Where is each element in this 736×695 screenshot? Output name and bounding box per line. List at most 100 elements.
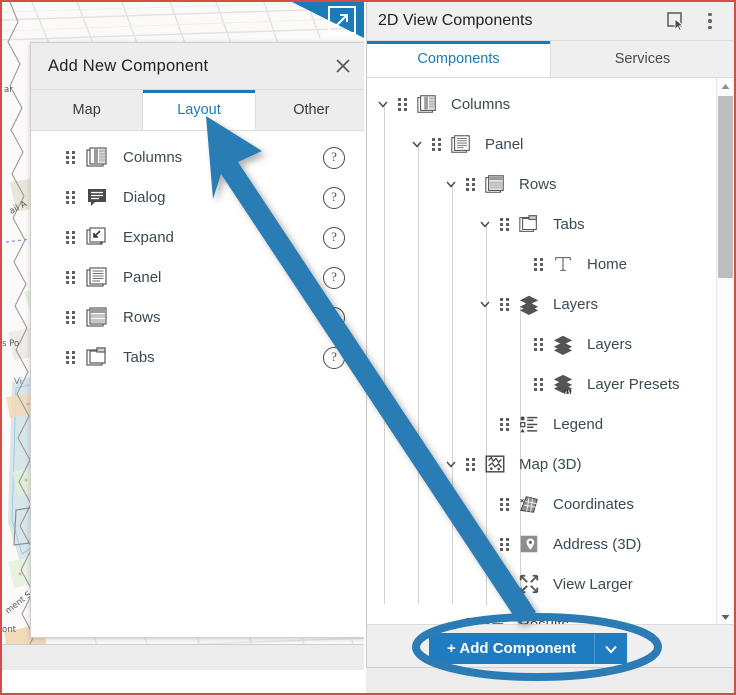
address-pin-icon (517, 532, 541, 556)
drag-handle-icon[interactable] (499, 297, 509, 311)
drag-handle-icon[interactable] (65, 350, 75, 364)
tree-item-address-3d[interactable]: Address (3D) (367, 524, 734, 564)
drag-handle-icon[interactable] (499, 577, 509, 591)
list-item-label: Dialog (123, 188, 166, 206)
dialog-title-bar: Add New Component (31, 43, 364, 90)
chevron-down-icon[interactable] (443, 176, 459, 192)
panel-status-strip (366, 667, 734, 693)
components-panel: 2D View Components Components Services C… (366, 2, 734, 670)
select-pointer-icon[interactable] (664, 9, 688, 33)
list-item-label: Tabs (123, 348, 155, 366)
tree-rows: Columns Panel Rows Tabs Home Layers Laye… (367, 78, 734, 626)
drag-handle-icon[interactable] (65, 310, 75, 324)
list-item-expand[interactable]: Expand ? (31, 217, 364, 257)
list-item-dialog[interactable]: Dialog ? (31, 177, 364, 217)
drag-handle-icon[interactable] (397, 97, 407, 111)
drag-handle-icon[interactable] (499, 537, 509, 551)
drag-handle-icon[interactable] (499, 217, 509, 231)
tree-scrollbar[interactable] (716, 78, 734, 626)
tree-item-columns[interactable]: Columns (367, 84, 734, 124)
tree-item-label: Layers (553, 295, 599, 313)
drag-handle-icon[interactable] (65, 150, 75, 164)
panel-icon (449, 132, 473, 156)
tree-item-label: Panel (485, 135, 524, 153)
tree-item-legend[interactable]: Legend (367, 404, 734, 444)
tree-item-coordinates[interactable]: Coordinates (367, 484, 734, 524)
tab-map[interactable]: Map (31, 90, 144, 130)
chevron-down-icon[interactable] (477, 216, 493, 232)
help-icon[interactable]: ? (323, 227, 345, 249)
add-component-button[interactable]: + Add Component (429, 633, 628, 664)
tree-item-tabs[interactable]: Tabs (367, 204, 734, 244)
drag-handle-icon[interactable] (465, 457, 475, 471)
help-icon[interactable]: ? (323, 307, 345, 329)
tab-components[interactable]: Components (367, 41, 551, 77)
chevron-down-icon[interactable] (443, 456, 459, 472)
tree-item-label: Layers (587, 335, 633, 353)
list-item-columns[interactable]: Columns ? (31, 137, 364, 177)
drag-handle-icon[interactable] (499, 417, 509, 431)
drag-handle-icon[interactable] (465, 177, 475, 191)
tab-services[interactable]: Services (551, 41, 734, 77)
panel-icon (85, 265, 109, 289)
list-item-rows[interactable]: Rows ? (31, 297, 364, 337)
help-icon[interactable]: ? (323, 267, 345, 289)
dialog-title: Add New Component (48, 56, 209, 75)
tab-other[interactable]: Other (255, 90, 364, 130)
layers-icon (517, 292, 541, 316)
close-icon[interactable] (329, 52, 357, 80)
tree-item-label: Layer Presets (587, 375, 680, 393)
list-item-label: Columns (123, 148, 183, 166)
drag-handle-icon[interactable] (499, 497, 509, 511)
scrollbar-thumb[interactable] (718, 96, 733, 278)
tree-item-results[interactable]: Results (367, 604, 734, 626)
tree-item-map-3d[interactable]: Map (3D) (367, 444, 734, 484)
panel-header-actions (664, 2, 722, 40)
more-options-icon[interactable] (698, 9, 722, 33)
page-title: 2D View Components (378, 12, 533, 29)
expand-arrow-icon[interactable] (328, 6, 356, 34)
add-component-label[interactable]: + Add Component (429, 633, 595, 664)
drag-handle-icon[interactable] (65, 190, 75, 204)
list-item-panel[interactable]: Panel ? (31, 257, 364, 297)
drag-handle-icon[interactable] (533, 257, 543, 271)
drag-handle-icon[interactable] (533, 377, 543, 391)
tree-item-layer-presets[interactable]: Layer Presets (367, 364, 734, 404)
list-item-tabs[interactable]: Tabs ? (31, 337, 364, 377)
tab-map-label: Map (72, 102, 101, 118)
dialog-tabs: Map Layout Other (31, 90, 364, 131)
panel-header: 2D View Components (367, 2, 734, 41)
chevron-down-icon[interactable] (409, 136, 425, 152)
drag-handle-icon[interactable] (65, 230, 75, 244)
tree-item-home[interactable]: Home (367, 244, 734, 284)
tree-item-label: Coordinates (553, 495, 634, 513)
screenshot-root: ar ail A s Po Vi ment S ont Add New Comp… (0, 0, 736, 695)
help-icon[interactable]: ? (323, 187, 345, 209)
help-icon[interactable]: ? (323, 147, 345, 169)
chevron-down-icon[interactable] (375, 96, 391, 112)
tabs-icon (85, 345, 109, 369)
tree-item-layers[interactable]: Layers (367, 324, 734, 364)
tree-item-rows[interactable]: Rows (367, 164, 734, 204)
add-component-dropdown[interactable] (594, 633, 628, 664)
help-icon[interactable]: ? (323, 347, 345, 369)
drag-handle-icon[interactable] (431, 137, 441, 151)
tabs-icon (517, 212, 541, 236)
expand-icon (85, 225, 109, 249)
tree-item-layers-group[interactable]: Layers (367, 284, 734, 324)
rows-icon (483, 172, 507, 196)
tree-item-label: View Larger (553, 575, 633, 593)
chevron-down-icon[interactable] (477, 296, 493, 312)
scroll-up-button[interactable] (717, 78, 734, 95)
tree-item-label: Tabs (553, 215, 585, 233)
map-label: ont (2, 625, 17, 635)
tree-item-view-larger[interactable]: View Larger (367, 564, 734, 604)
left-app-area: ar ail A s Po Vi ment S ont Add New Comp… (2, 2, 364, 693)
list-item-label: Panel (123, 268, 162, 286)
tab-layout[interactable]: Layout (143, 90, 256, 130)
drag-handle-icon[interactable] (65, 270, 75, 284)
drag-handle-icon[interactable] (533, 337, 543, 351)
tree-item-panel[interactable]: Panel (367, 124, 734, 164)
tab-other-label: Other (293, 102, 330, 118)
chevron-down-icon (605, 645, 617, 653)
